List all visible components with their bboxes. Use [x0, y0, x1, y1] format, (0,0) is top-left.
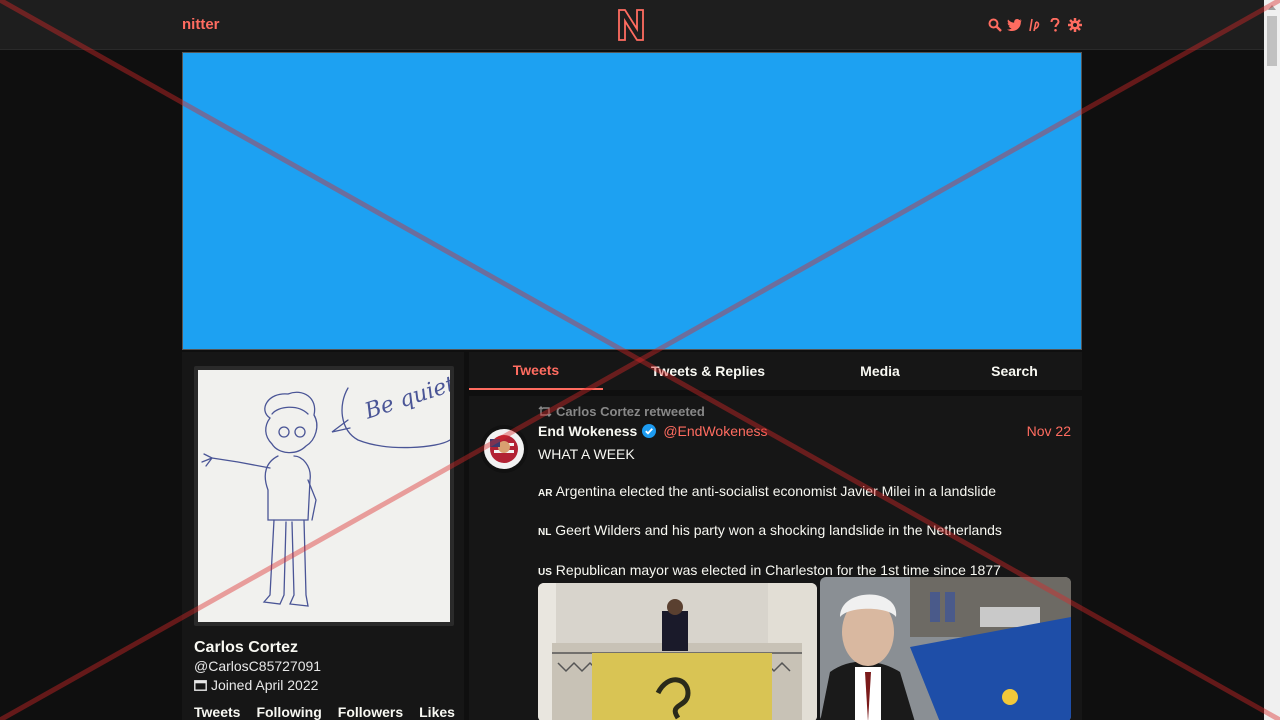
retweet-header[interactable]: Carlos Cortez retweeted — [538, 404, 705, 419]
timeline: Carlos Cortez retweeted End Wokeness @En… — [469, 396, 1082, 720]
profile-handle[interactable]: @CarlosC85727091 — [194, 658, 321, 674]
retweet-icon — [538, 406, 552, 417]
avatar-drawing: Be quiet! — [198, 370, 450, 622]
flag-code: NL — [538, 527, 552, 538]
timeline-tabs: Tweets Tweets & Replies Media Search — [469, 352, 1082, 390]
tweet-fullname[interactable]: End Wokeness — [538, 423, 637, 439]
tweet-avatar[interactable] — [480, 425, 528, 473]
twitter-bird-icon[interactable] — [1007, 17, 1022, 33]
top-navbar: nitter — [0, 0, 1264, 50]
flag-code: US — [538, 566, 552, 578]
profile-banner[interactable] — [182, 52, 1082, 350]
brand-link[interactable]: nitter — [182, 16, 220, 33]
wilders-photo — [820, 577, 1071, 720]
scroll-up-icon[interactable] — [1268, 5, 1276, 10]
profile-fullname[interactable]: Carlos Cortez — [194, 639, 298, 657]
verified-badge-icon — [642, 424, 657, 438]
tweet-date[interactable]: Nov 22 — [1027, 423, 1071, 439]
page-scrollbar[interactable] — [1264, 0, 1280, 720]
help-icon[interactable] — [1047, 17, 1062, 33]
tweet-image-2[interactable] — [820, 577, 1071, 720]
nav-icons — [987, 16, 1082, 34]
tab-search[interactable]: Search — [947, 352, 1082, 390]
stat-following[interactable]: Following — [256, 704, 321, 720]
joined-label: Joined April 2022 — [211, 677, 319, 693]
tweet-header: End Wokeness @EndWokeness — [538, 423, 768, 439]
tweet-line: NL Geert Wilders and his party won a sho… — [538, 522, 1002, 538]
end-wokeness-logo-icon — [480, 425, 528, 473]
stat-followers[interactable]: Followers — [338, 704, 403, 720]
rss-icon[interactable] — [1027, 17, 1042, 33]
nitter-logo-icon[interactable] — [617, 8, 645, 42]
tweet-image-1[interactable] — [538, 583, 817, 720]
tweet-username[interactable]: @EndWokeness — [663, 423, 767, 439]
milei-photo — [538, 583, 817, 720]
scroll-thumb[interactable] — [1267, 16, 1277, 66]
tweet-line: WHAT A WEEK — [538, 446, 635, 462]
flag-code: AR — [538, 487, 553, 499]
tab-tweets-replies[interactable]: Tweets & Replies — [603, 352, 813, 390]
tab-media[interactable]: Media — [813, 352, 947, 390]
tweet-media — [538, 577, 1071, 720]
tab-tweets[interactable]: Tweets — [469, 352, 603, 390]
gear-icon[interactable] — [1067, 17, 1082, 33]
tweet-line: AR Argentina elected the anti-socialist … — [538, 482, 997, 499]
stat-likes[interactable]: Likes — [419, 704, 455, 720]
search-icon[interactable] — [987, 17, 1002, 33]
calendar-icon — [194, 680, 207, 691]
profile-joined: Joined April 2022 — [194, 677, 318, 693]
retweet-label: Carlos Cortez retweeted — [556, 404, 705, 419]
profile-stats: Tweets Following Followers Likes — [194, 704, 455, 720]
profile-card: Be quiet! Carlos Cortez @CarlosC85727091… — [182, 352, 464, 720]
profile-avatar[interactable]: Be quiet! — [194, 366, 454, 626]
stat-tweets[interactable]: Tweets — [194, 704, 240, 720]
